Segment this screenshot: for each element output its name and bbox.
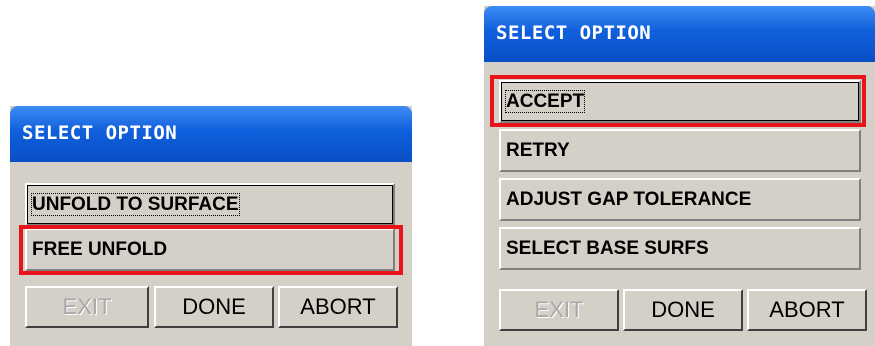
option-accept[interactable]: ACCEPT <box>499 80 861 123</box>
option-label: UNFOLD TO SURFACE <box>31 193 240 216</box>
right-select-option-dialog: SELECT OPTION ACCEPT RETRY ADJUST GAP TO… <box>484 6 875 346</box>
right-dialog-titlebar: SELECT OPTION <box>484 6 875 62</box>
done-button[interactable]: DONE <box>154 286 274 328</box>
option-select-base-surfs[interactable]: SELECT BASE SURFS <box>499 227 861 270</box>
abort-button[interactable]: ABORT <box>747 289 867 331</box>
right-dialog-title: SELECT OPTION <box>496 22 652 44</box>
left-select-option-dialog: SELECT OPTION UNFOLD TO SURFACE FREE UNF… <box>10 106 412 346</box>
exit-button[interactable]: EXIT <box>499 289 619 331</box>
option-label: SELECT BASE SURFS <box>506 238 709 259</box>
option-adjust-gap-tolerance[interactable]: ADJUST GAP TOLERANCE <box>499 178 861 221</box>
option-retry[interactable]: RETRY <box>499 129 861 172</box>
option-label: FREE UNFOLD <box>32 239 168 260</box>
abort-button[interactable]: ABORT <box>278 286 398 328</box>
option-label: ACCEPT <box>504 90 586 113</box>
left-dialog-title: SELECT OPTION <box>22 122 178 144</box>
exit-button[interactable]: EXIT <box>25 286 149 328</box>
option-free-unfold[interactable]: FREE UNFOLD <box>25 228 395 271</box>
option-unfold-to-surface[interactable]: UNFOLD TO SURFACE <box>25 183 395 226</box>
option-label: ADJUST GAP TOLERANCE <box>506 189 752 210</box>
option-label: RETRY <box>506 140 570 161</box>
left-dialog-titlebar: SELECT OPTION <box>10 106 412 162</box>
done-button[interactable]: DONE <box>623 289 743 331</box>
